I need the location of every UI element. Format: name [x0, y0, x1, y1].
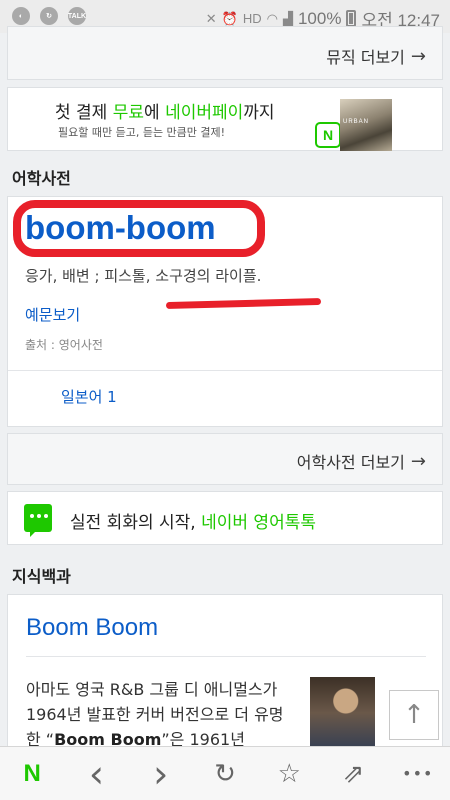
dictionary-more-label: 어학사전 더보기	[296, 453, 405, 472]
refresh-icon: ↻	[214, 758, 236, 789]
npay-logo-icon: N	[315, 122, 341, 148]
dictionary-card: boom-boom 응가, 배변 ; 피스톨, 소구경의 라이플. 예문보기 출…	[7, 196, 443, 427]
music-more-bar[interactable]: 뮤직 더보기 →	[7, 26, 443, 80]
forward-button[interactable]: ›	[139, 752, 183, 796]
english-talk-prefix: 실전 회화의 시작,	[70, 513, 202, 533]
naverpay-ad-banner[interactable]: 첫 결제 무료에 네이버페이까지 필요할 때만 듣고, 듣는 만큼만 결제! N…	[7, 87, 443, 151]
hd-icon: HD	[242, 11, 262, 26]
japanese-dictionary-link[interactable]: 일본어 1	[61, 386, 117, 407]
share-button[interactable]: ⇗	[332, 752, 376, 796]
ad-title-suffix: 까지	[243, 103, 275, 123]
alarm-icon: ⏰	[221, 10, 238, 26]
chat-bubble-icon	[24, 504, 52, 537]
music-more-link[interactable]: 뮤직 더보기 →	[326, 44, 426, 68]
english-talk-text: 실전 회화의 시작, 네이버 영어톡톡	[70, 508, 316, 533]
more-menu-button[interactable]: •••	[396, 752, 440, 796]
ad-subtitle: 필요할 때만 듣고, 듣는 만큼만 결제!	[58, 126, 226, 139]
red-annotation-circle	[13, 200, 265, 257]
app-icon: ◐	[12, 7, 30, 25]
ad-title-free: 무료	[112, 103, 145, 123]
mute-icon: ✕	[205, 10, 217, 26]
bookmark-button[interactable]: ☆	[267, 752, 311, 796]
ad-title-mid: 에	[144, 103, 166, 123]
music-more-label: 뮤직 더보기	[326, 48, 405, 67]
wifi-icon: ◠	[266, 10, 278, 26]
english-talk-banner[interactable]: 실전 회화의 시작, 네이버 영어톡톡	[7, 491, 443, 545]
talk-icon: TALK	[68, 7, 86, 25]
battery-icon	[346, 10, 357, 27]
encyclopedia-snippet[interactable]: 아마도 영국 R&B 그룹 디 애니멀스가 1964년 발표한 커버 버전으로 …	[26, 677, 288, 752]
encyclopedia-section-title: 지식백과	[12, 567, 71, 586]
dictionary-source: 출처 : 영어사전	[25, 338, 103, 352]
english-talk-brand: 네이버 영어톡톡	[201, 513, 316, 533]
arrow-up-icon: ↑	[403, 700, 425, 730]
ad-title-prefix: 첫 결제	[55, 103, 113, 123]
album-cover-text: URBAN	[343, 119, 370, 125]
star-icon: ☆	[277, 758, 301, 789]
chevron-right-icon: ›	[153, 751, 169, 796]
back-button[interactable]: ‹	[74, 752, 118, 796]
dictionary-section-title: 어학사전	[12, 169, 71, 188]
ad-title: 첫 결제 무료에 네이버페이까지	[55, 98, 275, 123]
dictionary-meaning: 응가, 배변 ; 피스톨, 소구경의 라이플.	[25, 267, 262, 285]
naver-home-button[interactable]: N	[10, 752, 54, 796]
dictionary-more-bar[interactable]: 어학사전 더보기 →	[7, 433, 443, 485]
arrow-right-icon: →	[410, 450, 426, 472]
notification-icons: ◐ ↻ TALK	[12, 7, 86, 25]
encyclopedia-card: Boom Boom 아마도 영국 R&B 그룹 디 애니멀스가 1964년 발표…	[7, 594, 443, 757]
arrow-right-icon: →	[410, 45, 426, 67]
more-dots-icon: •••	[402, 764, 434, 783]
encyclopedia-title-link[interactable]: Boom Boom	[26, 614, 158, 642]
example-sentences-link[interactable]: 예문보기	[25, 304, 80, 325]
dictionary-more-link[interactable]: 어학사전 더보기 →	[297, 449, 426, 473]
scroll-to-top-button[interactable]: ↑	[389, 690, 439, 740]
refresh-icon: ↻	[40, 7, 58, 25]
encyclopedia-thumbnail-image[interactable]	[310, 677, 375, 757]
red-annotation-underline	[165, 297, 322, 310]
refresh-button[interactable]: ↻	[203, 752, 247, 796]
signal-icon: ▟	[282, 10, 293, 26]
chevron-left-icon: ‹	[88, 751, 105, 796]
divider	[8, 370, 442, 371]
album-cover-image: URBAN	[340, 99, 392, 151]
divider	[26, 656, 426, 657]
ad-title-brand: 네이버페이	[165, 103, 244, 123]
share-icon: ⇗	[342, 758, 365, 789]
browser-toolbar: N ‹ › ↻ ☆ ⇗ •••	[0, 746, 450, 800]
